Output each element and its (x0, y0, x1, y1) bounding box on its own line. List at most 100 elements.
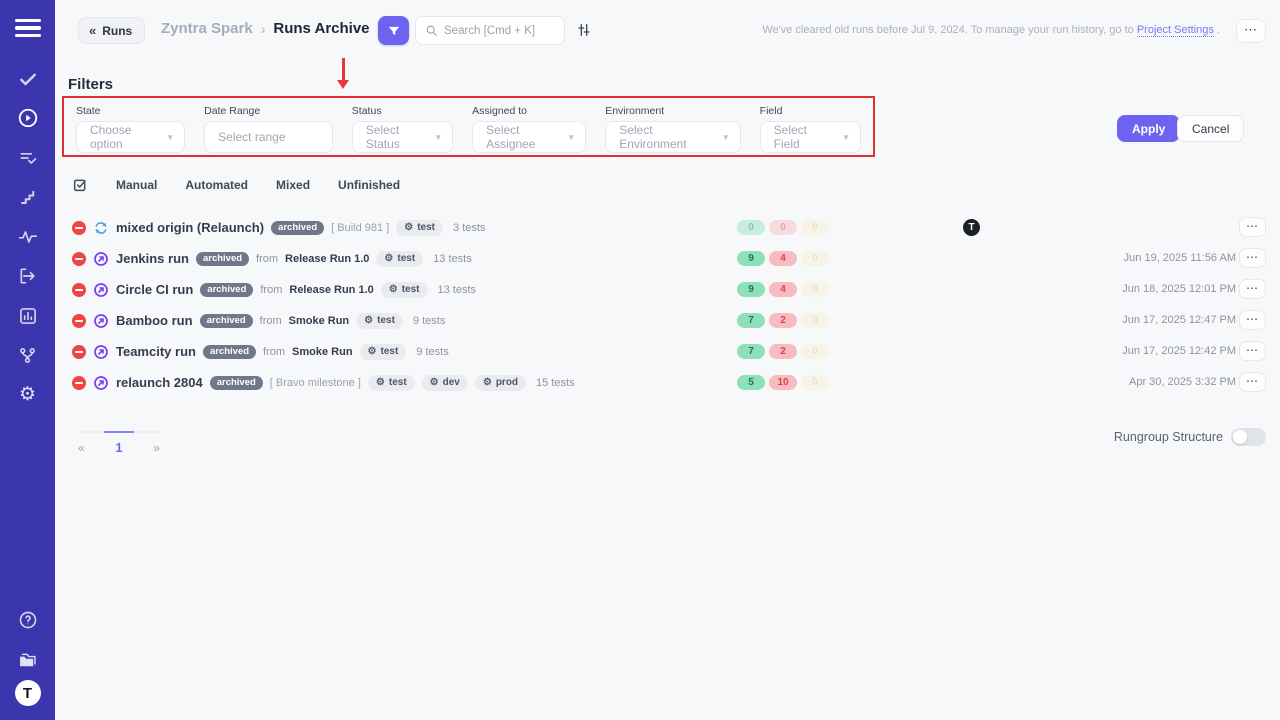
sidebar-item-analytics[interactable] (0, 296, 55, 336)
sidebar-item-pulse[interactable] (0, 217, 55, 257)
import-icon (18, 266, 38, 286)
filter-label: Status (352, 105, 453, 117)
tag-pill[interactable]: ⚙dev (422, 375, 468, 391)
assignee-select[interactable]: Select Assignee ▼ (472, 121, 586, 153)
prev-page-button[interactable]: « (78, 433, 85, 455)
filter-label: State (76, 105, 185, 117)
row-more-button[interactable]: ⋯ (1239, 279, 1266, 299)
row-more-button[interactable]: ⋯ (1239, 217, 1266, 237)
row-more-button[interactable]: ⋯ (1239, 310, 1266, 330)
environment-select[interactable]: Select Environment ▼ (605, 121, 740, 153)
steps-icon (19, 188, 37, 206)
skipped-count: 0 (801, 313, 829, 328)
sidebar-item-import[interactable] (0, 257, 55, 297)
project-settings-link[interactable]: Project Settings (1137, 24, 1214, 37)
run-date: Jun 18, 2025 12:01 PM (1122, 283, 1236, 295)
source-run[interactable]: Smoke Run (289, 315, 350, 327)
tag-label: test (389, 377, 407, 388)
filter-state: State Choose option ▼ (76, 105, 185, 153)
gear-icon: ⚙ (19, 385, 36, 404)
chevron-down-icon: ▼ (166, 133, 174, 142)
field-select[interactable]: Select Field ▼ (760, 121, 861, 153)
tag-pill[interactable]: ⚙test (368, 375, 415, 391)
back-to-runs-button[interactable]: « Runs (78, 17, 145, 44)
account-logo[interactable]: T (15, 680, 41, 706)
rungroup-structure-toggle[interactable] (1231, 428, 1266, 446)
run-milestone: [ Bravo milestone ] (270, 377, 361, 389)
tag-pill[interactable]: ⚙test (381, 282, 428, 298)
source-run[interactable]: Release Run 1.0 (285, 253, 369, 265)
run-date: Jun 19, 2025 11:56 AM (1124, 252, 1236, 264)
run-name[interactable]: Bamboo run (116, 313, 193, 328)
sidebar-item-projects[interactable] (0, 640, 55, 680)
run-name[interactable]: mixed origin (Relaunch) (116, 220, 264, 235)
select-placeholder: Select Assignee (486, 123, 561, 151)
header-more-button[interactable]: ⋯ (1236, 19, 1266, 43)
filter-toggle-button[interactable] (378, 16, 409, 45)
sidebar-item-plans[interactable] (0, 138, 55, 178)
tag-label: test (377, 315, 395, 326)
gear-icon: ⚙ (364, 316, 373, 326)
next-page-button[interactable]: » (153, 433, 160, 455)
run-name[interactable]: relaunch 2804 (116, 375, 203, 390)
tests-count: 13 tests (433, 253, 472, 265)
archived-badge: archived (210, 376, 263, 390)
chevron-down-icon: ▼ (567, 133, 575, 142)
sidebar-item-runs[interactable] (0, 99, 55, 139)
select-all-checkbox[interactable] (72, 177, 88, 193)
tab-unfinished[interactable]: Unfinished (338, 178, 400, 192)
view-settings-icon[interactable] (576, 22, 592, 43)
run-row: Teamcity run archived from Smoke Run ⚙te… (55, 336, 1280, 367)
search-input[interactable] (444, 25, 554, 37)
row-more-button[interactable]: ⋯ (1239, 372, 1266, 392)
tab-manual[interactable]: Manual (116, 178, 157, 192)
state-select[interactable]: Choose option ▼ (76, 121, 185, 153)
tag-pill[interactable]: ⚙test (376, 251, 423, 267)
sidebar-item-steps[interactable] (0, 178, 55, 218)
breadcrumb-project[interactable]: Zyntra Spark (161, 20, 253, 37)
sidebar-item-tests[interactable] (0, 59, 55, 99)
tab-mixed[interactable]: Mixed (276, 178, 310, 192)
cancel-button[interactable]: Cancel (1177, 115, 1244, 142)
apply-button[interactable]: Apply (1117, 115, 1180, 142)
date-range-input[interactable]: Select range (204, 121, 333, 153)
more-icon: ⋯ (1246, 281, 1259, 295)
tag-pill[interactable]: ⚙ test (356, 313, 403, 329)
tag-label: prod (496, 377, 518, 388)
sidebar: ⚙ T (0, 0, 55, 720)
sidebar-item-settings[interactable]: ⚙ (0, 375, 55, 415)
row-more-button[interactable]: ⋯ (1239, 248, 1266, 268)
source-run[interactable]: Release Run 1.0 (289, 284, 373, 296)
run-name[interactable]: Teamcity run (116, 344, 196, 359)
row-more-button[interactable]: ⋯ (1239, 341, 1266, 361)
menu-icon[interactable] (15, 15, 41, 41)
run-row: Circle CI run archived from Release Run … (55, 274, 1280, 305)
run-name[interactable]: Jenkins run (116, 251, 189, 266)
automated-run-icon (93, 313, 109, 329)
tag-pill[interactable]: ⚙test (396, 220, 443, 236)
gear-icon: ⚙ (389, 285, 398, 295)
filter-panel: State Choose option ▼ Date Range Select … (62, 96, 875, 157)
from-label: from (260, 284, 282, 296)
archived-badge: archived (196, 252, 249, 266)
source-run[interactable]: Smoke Run (292, 346, 353, 358)
page-1-button[interactable]: 1 (104, 431, 135, 455)
failed-count: 4 (769, 282, 797, 297)
tag-label: test (397, 253, 415, 264)
tag-pill[interactable]: ⚙prod (475, 375, 526, 391)
run-date: Apr 30, 2025 3:32 PM (1129, 376, 1236, 388)
sidebar-item-branches[interactable] (0, 336, 55, 376)
back-label: Runs (102, 24, 132, 38)
runs-list: mixed origin (Relaunch) archived [ Build… (55, 212, 1280, 398)
funnel-icon (387, 24, 401, 38)
passed-count: 9 (737, 251, 765, 266)
more-icon: ⋯ (1246, 219, 1259, 233)
status-select[interactable]: Select Status ▼ (352, 121, 453, 153)
tab-automated[interactable]: Automated (185, 178, 248, 192)
list-check-icon (18, 148, 38, 168)
tag-pill[interactable]: ⚙test (360, 344, 407, 360)
sidebar-item-help[interactable] (0, 600, 55, 640)
run-name[interactable]: Circle CI run (116, 282, 193, 297)
automated-run-icon (93, 282, 109, 298)
mixed-run-icon (93, 220, 109, 236)
